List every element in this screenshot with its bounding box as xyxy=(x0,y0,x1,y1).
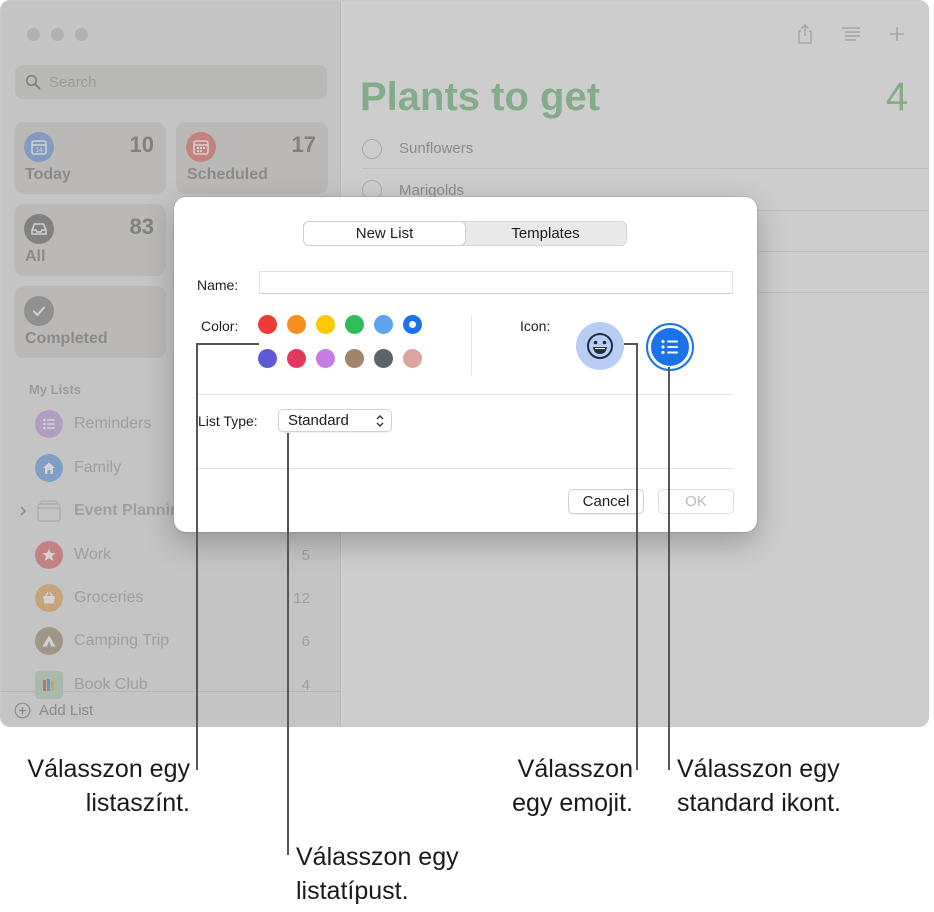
color-swatch[interactable] xyxy=(287,349,306,368)
callout-list-type-line1: Válasszon egy xyxy=(296,843,459,871)
name-label: Name: xyxy=(197,277,239,293)
color-swatch[interactable] xyxy=(258,315,277,334)
reminders-window: Search 14 10 Today 17 Scheduled 83 All C… xyxy=(0,0,929,727)
standard-icon-button[interactable] xyxy=(646,323,694,371)
color-swatch[interactable] xyxy=(287,315,306,334)
callout-color-line1: Válasszon egy xyxy=(27,755,190,783)
callout-line-color xyxy=(197,343,259,345)
selected-indicator xyxy=(409,321,416,328)
section-divider xyxy=(196,468,733,469)
list-mode-segmented-control: New List Templates xyxy=(303,221,627,246)
callout-list-type: Válasszon egy listatípust. xyxy=(296,840,459,908)
callout-list-type-line2: listatípust. xyxy=(296,877,409,905)
name-field[interactable] xyxy=(259,271,733,294)
callout-color: Válasszon egy listaszínt. xyxy=(0,752,190,820)
list-bullet-icon xyxy=(651,328,689,366)
callout-emoji: Válasszon egy emojit. xyxy=(440,752,633,820)
callout-line-list-type xyxy=(287,433,289,855)
callout-standard: Válasszon egy standard ikont. xyxy=(677,752,841,820)
color-swatch[interactable] xyxy=(403,315,422,334)
icon-label: Icon: xyxy=(520,318,551,334)
color-swatch[interactable] xyxy=(345,349,364,368)
callout-standard-line1: Válasszon egy xyxy=(677,755,840,783)
list-type-popup[interactable]: Standard xyxy=(278,409,392,432)
emoji-icon-button[interactable] xyxy=(576,322,624,370)
color-label: Color: xyxy=(201,318,239,334)
callout-emoji-line1: Válasszon xyxy=(517,755,633,783)
vertical-divider xyxy=(471,315,472,375)
callout-line-standard xyxy=(668,367,670,770)
color-swatch[interactable] xyxy=(374,349,393,368)
emoji-smiley-icon xyxy=(585,331,615,361)
color-swatch[interactable] xyxy=(316,349,335,368)
callout-emoji-line2: egy emojit. xyxy=(512,789,633,817)
cancel-button[interactable]: Cancel xyxy=(568,489,644,514)
tab-templates[interactable]: Templates xyxy=(465,222,626,245)
color-swatch[interactable] xyxy=(345,315,364,334)
callout-color-line2: listaszínt. xyxy=(85,789,190,817)
list-type-label: List Type: xyxy=(198,413,258,429)
updown-chevron-icon xyxy=(375,413,385,434)
color-swatch[interactable] xyxy=(316,315,335,334)
list-type-value: Standard xyxy=(288,412,349,429)
section-divider xyxy=(196,394,733,395)
callout-line-emoji xyxy=(636,343,638,770)
color-swatch[interactable] xyxy=(403,349,422,368)
callout-standard-line2: standard ikont. xyxy=(677,789,841,817)
tab-new-list[interactable]: New List xyxy=(304,222,465,245)
color-swatch[interactable] xyxy=(374,315,393,334)
color-swatch[interactable] xyxy=(258,349,277,368)
callout-line-color xyxy=(196,343,198,770)
